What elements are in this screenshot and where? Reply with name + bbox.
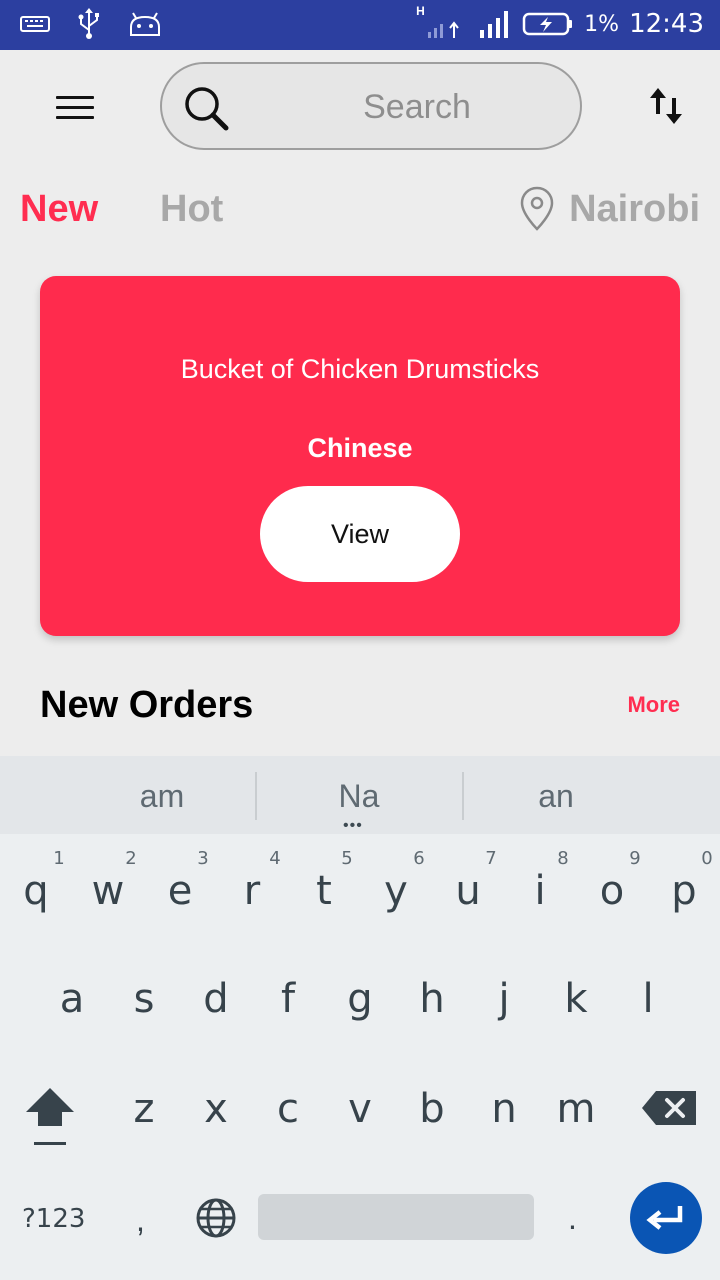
key-q[interactable]: 1q bbox=[0, 834, 72, 934]
key-d[interactable]: d bbox=[180, 942, 252, 1042]
clock: 12:43 bbox=[629, 9, 704, 39]
battery-percent: 1% bbox=[584, 11, 620, 37]
backspace-key[interactable] bbox=[640, 1088, 700, 1128]
key-r[interactable]: 4r bbox=[216, 834, 288, 934]
more-suggestions-icon[interactable]: ••• bbox=[343, 818, 363, 834]
enter-icon bbox=[646, 1206, 683, 1230]
keyboard-icon bbox=[20, 16, 50, 32]
key-c[interactable]: c bbox=[252, 1052, 324, 1152]
key-j[interactable]: j bbox=[468, 942, 540, 1042]
search-input[interactable] bbox=[272, 82, 562, 132]
language-key[interactable] bbox=[194, 1196, 238, 1240]
key-f[interactable]: f bbox=[252, 942, 324, 1042]
key-o[interactable]: 9o bbox=[576, 834, 648, 934]
enter-key[interactable] bbox=[630, 1182, 702, 1254]
location-label: Nairobi bbox=[569, 187, 700, 230]
status-left-icons bbox=[20, 8, 162, 40]
key-z[interactable]: z bbox=[108, 1052, 180, 1152]
battery-charging-icon bbox=[522, 12, 573, 36]
key-n[interactable]: n bbox=[468, 1052, 540, 1152]
location-pin-icon bbox=[520, 186, 554, 231]
key-i[interactable]: 8i bbox=[504, 834, 576, 934]
sort-icon[interactable] bbox=[648, 86, 684, 126]
usb-icon bbox=[78, 8, 99, 39]
card-title: Bucket of Chicken Drumsticks bbox=[180, 354, 540, 384]
suggestion-bar: am Na an ••• bbox=[0, 756, 720, 834]
period-key[interactable]: . bbox=[568, 1200, 577, 1237]
featured-card: Bucket of Chicken Drumsticks Chinese Vie… bbox=[40, 276, 680, 636]
key-k[interactable]: k bbox=[540, 942, 612, 1042]
key-v[interactable]: v bbox=[324, 1052, 396, 1152]
key-t[interactable]: 5t bbox=[288, 834, 360, 934]
key-y[interactable]: 6y bbox=[360, 834, 432, 934]
keyboard: 1q 2w 3e 4r 5t 6y 7u 8i 9o 0p a s d f g … bbox=[0, 834, 720, 1280]
key-w[interactable]: 2w bbox=[72, 834, 144, 934]
tab-bar: New Hot Nairobi bbox=[0, 180, 720, 244]
key-l[interactable]: l bbox=[612, 942, 684, 1042]
suggestion-center[interactable]: Na bbox=[259, 778, 459, 815]
search-bar[interactable] bbox=[160, 62, 582, 150]
globe-icon bbox=[196, 1198, 236, 1238]
shift-key[interactable] bbox=[20, 1082, 80, 1152]
status-right-icons: H 1% 12:43 bbox=[416, 4, 704, 42]
key-p[interactable]: 0p bbox=[648, 834, 720, 934]
view-button[interactable]: View bbox=[260, 486, 460, 582]
backspace-icon bbox=[642, 1091, 696, 1125]
key-h[interactable]: h bbox=[396, 942, 468, 1042]
comma-key[interactable]: , bbox=[136, 1202, 145, 1239]
network-type: H bbox=[416, 4, 425, 18]
symbols-key[interactable]: ?123 bbox=[22, 1204, 85, 1234]
android-debug-icon bbox=[130, 12, 160, 36]
shift-icon bbox=[26, 1088, 74, 1145]
key-b[interactable]: b bbox=[396, 1052, 468, 1152]
section-title: New Orders bbox=[40, 684, 254, 726]
location-selector[interactable]: Nairobi bbox=[519, 186, 700, 232]
data-signal-icon: H bbox=[416, 4, 468, 42]
app-bar bbox=[0, 50, 720, 162]
key-s[interactable]: s bbox=[108, 942, 180, 1042]
search-icon bbox=[185, 87, 229, 131]
menu-icon bbox=[56, 96, 94, 99]
key-u[interactable]: 7u bbox=[432, 834, 504, 934]
card-category: Chinese bbox=[307, 433, 413, 463]
key-x[interactable]: x bbox=[180, 1052, 252, 1152]
tab-hot[interactable]: Hot bbox=[160, 188, 223, 231]
suggestion-left[interactable]: am bbox=[62, 778, 262, 815]
key-g[interactable]: g bbox=[324, 942, 396, 1042]
status-bar: H 1% 12:43 bbox=[0, 0, 720, 50]
signal-bars-icon bbox=[480, 11, 509, 38]
key-m[interactable]: m bbox=[540, 1052, 612, 1152]
key-e[interactable]: 3e bbox=[144, 834, 216, 934]
suggestion-right[interactable]: an bbox=[456, 778, 656, 815]
space-key[interactable] bbox=[258, 1194, 534, 1240]
menu-button[interactable] bbox=[56, 96, 94, 120]
more-link[interactable]: More bbox=[627, 692, 680, 718]
tab-new[interactable]: New bbox=[20, 188, 98, 231]
key-a[interactable]: a bbox=[36, 942, 108, 1042]
